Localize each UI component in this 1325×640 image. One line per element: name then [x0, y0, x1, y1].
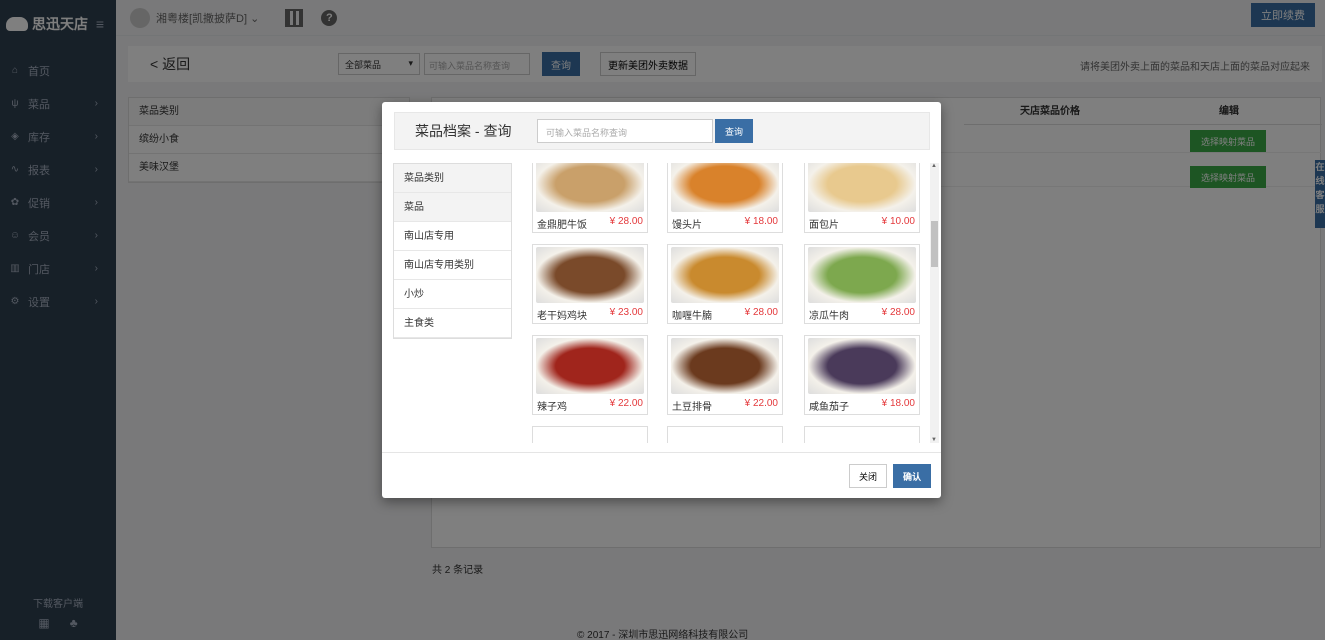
dish-archive-modal: 菜品档案 - 查询 可输入菜品名称查询 查询 菜品类别 菜品 南山店专用 南山店专用类… [382, 102, 941, 498]
modal-category-item[interactable]: 菜品 [394, 193, 511, 222]
dish-name: 咖喱牛腩 [672, 311, 712, 322]
dish-card[interactable]: 凉瓜牛肉 ¥ 28.00 [804, 244, 920, 324]
dish-price: ¥ 28.00 [609, 216, 643, 227]
modal-category-item[interactable]: 主食类 [394, 309, 511, 338]
dish-price: ¥ 22.00 [609, 398, 643, 409]
dish-price: ¥ 10.00 [881, 216, 915, 227]
dish-name: 金鼎肥牛饭 [537, 220, 587, 231]
dish-name: 馒头片 [672, 220, 702, 231]
dish-card[interactable] [532, 426, 648, 443]
dish-price: ¥ 18.00 [744, 216, 778, 227]
dish-image [536, 247, 644, 303]
dish-grid: 金鼎肥牛饭 ¥ 28.00 馒头片 ¥ 18.00 面包片 ¥ 10.00 老干妈鸡块 ¥ 2… [530, 163, 928, 443]
dish-price: ¥ 22.00 [744, 398, 778, 409]
confirm-button[interactable]: 确认 [893, 464, 931, 488]
modal-query-button[interactable]: 查询 [715, 119, 753, 143]
dish-name: 凉瓜牛肉 [809, 311, 849, 322]
scrollbar-thumb[interactable] [931, 221, 938, 267]
dish-image [671, 163, 779, 212]
dish-name: 面包片 [809, 220, 839, 231]
dish-card[interactable]: 咖喱牛腩 ¥ 28.00 [667, 244, 783, 324]
modal-title: 菜品档案 - 查询 [415, 123, 512, 139]
modal-category-item[interactable]: 小炒 [394, 280, 511, 309]
dish-price: ¥ 18.00 [881, 398, 915, 409]
dish-card[interactable]: 面包片 ¥ 10.00 [804, 163, 920, 233]
dish-name: 辣子鸡 [537, 402, 567, 413]
dish-image [808, 163, 916, 212]
dish-image [671, 247, 779, 303]
dish-price: ¥ 28.00 [881, 307, 915, 318]
modal-category-item[interactable]: 南山店专用类别 [394, 251, 511, 280]
dish-image [536, 338, 644, 394]
dish-card[interactable]: 辣子鸡 ¥ 22.00 [532, 335, 648, 415]
dish-card[interactable]: 馒头片 ¥ 18.00 [667, 163, 783, 233]
scroll-up-icon[interactable]: ▲ [931, 163, 937, 169]
dish-name: 咸鱼茄子 [809, 402, 849, 413]
dish-image [808, 338, 916, 394]
dish-price: ¥ 28.00 [744, 307, 778, 318]
dish-grid-scrollbar[interactable]: ▲ ▼ [930, 163, 939, 443]
dish-image [536, 163, 644, 212]
modal-header: 菜品档案 - 查询 可输入菜品名称查询 查询 [394, 112, 930, 150]
modal-category-item[interactable]: 南山店专用 [394, 222, 511, 251]
dish-card[interactable]: 土豆排骨 ¥ 22.00 [667, 335, 783, 415]
modal-category-item[interactable]: 菜品类别 [394, 164, 511, 193]
modal-search-input[interactable]: 可输入菜品名称查询 [537, 119, 713, 143]
dish-card[interactable]: 咸鱼茄子 ¥ 18.00 [804, 335, 920, 415]
dish-image [808, 247, 916, 303]
scroll-down-icon[interactable]: ▼ [931, 437, 937, 443]
dish-card[interactable] [804, 426, 920, 443]
dish-card[interactable]: 金鼎肥牛饭 ¥ 28.00 [532, 163, 648, 233]
dish-name: 老干妈鸡块 [537, 311, 587, 322]
dish-price: ¥ 23.00 [609, 307, 643, 318]
close-button[interactable]: 关闭 [849, 464, 887, 488]
dish-image [671, 338, 779, 394]
dish-card[interactable]: 老干妈鸡块 ¥ 23.00 [532, 244, 648, 324]
modal-footer-divider [382, 452, 941, 453]
dish-name: 土豆排骨 [672, 402, 712, 413]
modal-category-list: 菜品类别 菜品 南山店专用 南山店专用类别 小炒 主食类 [393, 163, 512, 339]
dish-card[interactable] [667, 426, 783, 443]
